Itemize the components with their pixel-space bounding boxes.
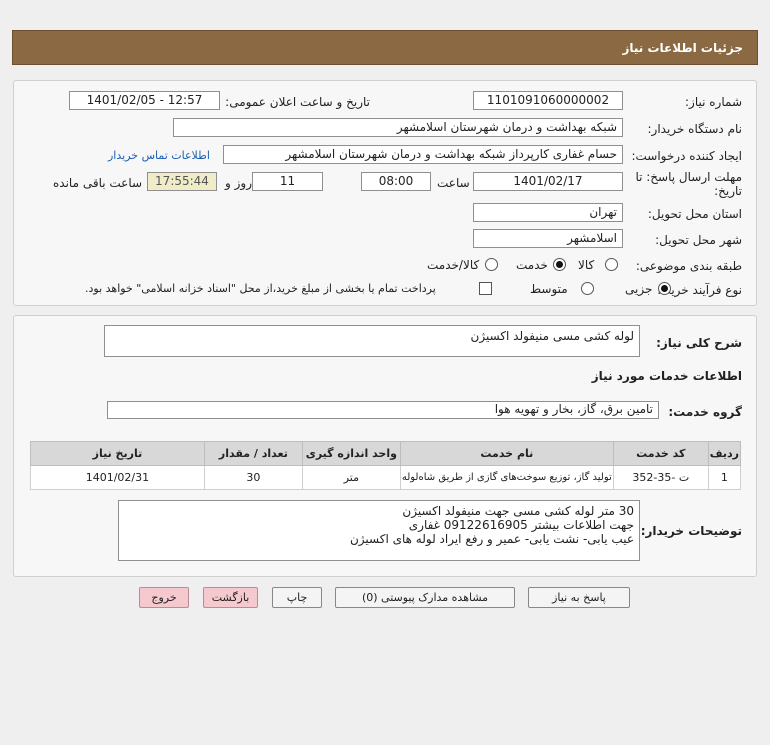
creator-label: ایجاد کننده درخواست: <box>631 149 742 163</box>
province-label: استان محل تحویل: <box>647 207 742 221</box>
treasury-note: پرداخت تمام یا بخشی از مبلغ خرید،از محل … <box>85 282 436 295</box>
cell-need-date: 1401/02/31 <box>30 465 205 490</box>
purchase-radio-medium[interactable] <box>581 282 594 295</box>
back-button[interactable]: بازگشت <box>203 587 258 608</box>
remaining-time-field: 17:55:44 <box>147 172 217 191</box>
category-label: طبقه بندی موضوعی: <box>635 259 742 273</box>
col-quantity: تعداد / مقدار <box>203 441 303 466</box>
col-service-name: نام خدمت <box>399 441 614 466</box>
need-number-field: 1101091060000002 <box>473 91 623 110</box>
buyer-notes-label: توضیحات خریدار: <box>640 524 742 538</box>
buyer-notes-line: 30 متر لوله کشی مسی جهت منیفولد اکسیژن <box>402 504 634 518</box>
cell-service-name: تولید گاز، توزیع سوخت‌های گازی از طریق ش… <box>399 465 614 490</box>
buyer-notes-box: 30 متر لوله کشی مسی جهت منیفولد اکسیژن ج… <box>118 500 640 561</box>
announce-field: 1401/02/05 - 12:57 <box>69 91 220 110</box>
service-group-field: تامین برق، گاز، بخار و تهویه هوا <box>107 401 659 419</box>
treasury-checkbox[interactable] <box>479 282 492 295</box>
buyer-contact-link[interactable]: اطلاعات تماس خریدار <box>108 149 210 162</box>
category-option-goods: کالا <box>578 258 595 272</box>
category-option-service: خدمت <box>516 258 548 272</box>
category-option-goods-service: کالا/خدمت <box>427 258 480 272</box>
category-radio-service[interactable] <box>553 258 566 271</box>
announce-label: تاریخ و ساعت اعلان عمومی: <box>225 95 370 109</box>
reply-button[interactable]: پاسخ به نیاز <box>528 587 630 608</box>
deadline-time-label: ساعت <box>437 176 470 190</box>
services-table-header: ردیف کد خدمت نام خدمت واحد اندازه گیری ت… <box>30 441 742 466</box>
print-button[interactable]: چاپ <box>272 587 322 608</box>
city-label: شهر محل تحویل: <box>655 233 742 247</box>
services-info-title: اطلاعات خدمات مورد نیاز <box>591 369 742 383</box>
creator-field: حسام غفاری کارپرداز شبکه بهداشت و درمان … <box>223 145 623 164</box>
city-field: اسلامشهر <box>473 229 623 248</box>
col-need-date: تاریخ نیاز <box>30 441 205 466</box>
need-number-label: شماره نیاز: <box>685 95 742 109</box>
col-service-code: کد خدمت <box>612 441 709 466</box>
buyer-org-label: نام دستگاه خریدار: <box>647 122 743 136</box>
buyer-notes-line: عیب یابی- نشت یابی- عمیر و رفع ایراد لول… <box>349 532 634 546</box>
cell-unit: متر <box>301 465 401 490</box>
days-field: 11 <box>252 172 323 191</box>
page-title: جزئیات اطلاعات نیاز <box>622 41 743 55</box>
deadline-date-field: 1401/02/17 <box>473 172 623 191</box>
buyer-notes-line: جهت اطلاعات بیشتر 09122616905 غفاری <box>408 518 634 532</box>
attachments-button[interactable]: مشاهده مدارک پیوستی (0) <box>335 587 515 608</box>
category-radio-goods-service[interactable] <box>485 258 498 271</box>
deadline-label-2: تاریخ: <box>714 184 742 198</box>
col-unit: واحد اندازه گیری <box>301 441 401 466</box>
days-label: روز و <box>225 176 252 190</box>
cell-row: 1 <box>707 465 742 490</box>
page-header: جزئیات اطلاعات نیاز <box>12 30 758 65</box>
general-desc-field: لوله کشی مسی منیفولد اکسیژن <box>104 325 640 357</box>
cell-service-code: ت -35-352 <box>612 465 709 490</box>
general-desc-label: شرح کلی نیاز: <box>656 336 742 350</box>
cell-quantity: 30 <box>203 465 303 490</box>
buyer-org-field: شبکه بهداشت و درمان شهرستان اسلامشهر <box>173 118 623 137</box>
table-row: 1 ت -35-352 تولید گاز، توزیع سوخت‌های گا… <box>30 465 742 490</box>
purchase-radio-minor[interactable] <box>658 282 671 295</box>
remaining-label: ساعت باقی مانده <box>53 176 143 190</box>
category-radio-goods[interactable] <box>605 258 618 271</box>
purchase-option-medium: متوسط <box>530 282 568 296</box>
service-group-label: گروه خدمت: <box>668 405 742 419</box>
col-row: ردیف <box>707 441 742 466</box>
deadline-time-field: 08:00 <box>361 172 431 191</box>
deadline-label-1: مهلت ارسال پاسخ: تا <box>635 170 742 184</box>
province-field: تهران <box>473 203 623 222</box>
exit-button[interactable]: خروج <box>139 587 189 608</box>
purchase-option-minor: جزیی <box>625 282 653 296</box>
services-table: ردیف کد خدمت نام خدمت واحد اندازه گیری ت… <box>30 441 742 490</box>
